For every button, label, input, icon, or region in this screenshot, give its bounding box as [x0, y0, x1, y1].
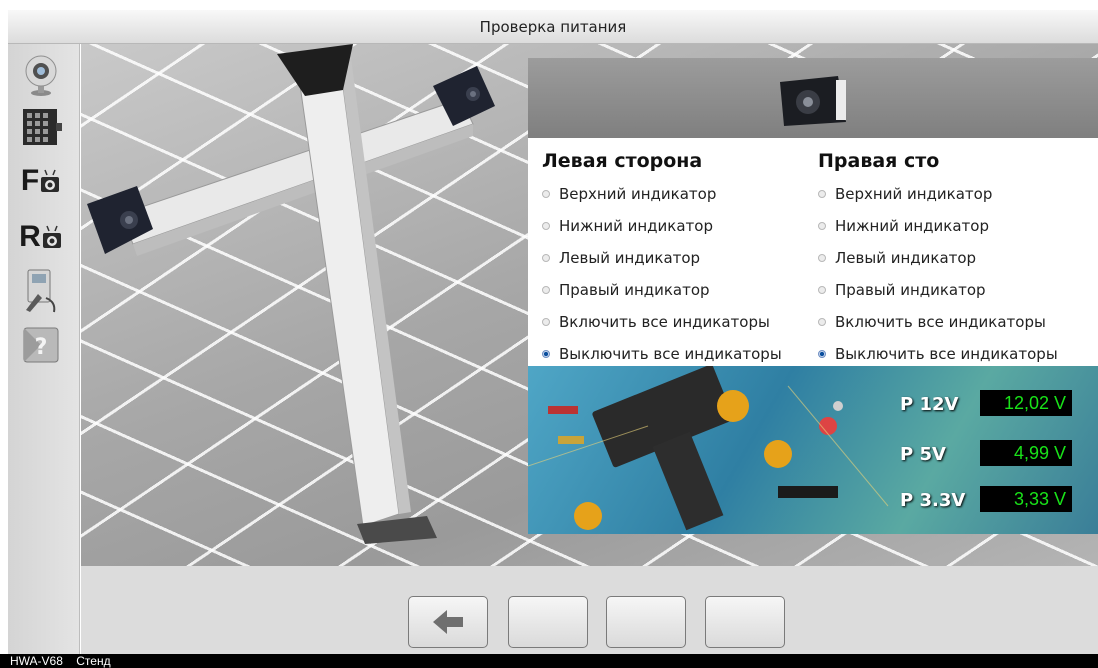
nav-button-4[interactable] [705, 596, 785, 648]
panel-header [528, 58, 1098, 138]
left-option-right[interactable]: Правый индикатор [542, 274, 782, 306]
option-label: Нижний индикатор [559, 217, 713, 235]
left-option-top[interactable]: Верхний индикатор [542, 178, 782, 210]
front-camera-icon[interactable]: F [16, 156, 66, 206]
p5v-label: P 5V [900, 444, 946, 465]
radio-button-selected[interactable] [542, 350, 550, 358]
right-option-right[interactable]: Правый индикатор [818, 274, 1058, 306]
right-side-column: Правая сто Верхний индикатор Нижний инди… [818, 144, 1058, 370]
indicator-options: Левая сторона Верхний индикатор Нижний и… [528, 138, 1098, 366]
option-label: Левый индикатор [835, 249, 977, 267]
p12v-label: P 12V [900, 394, 959, 415]
window-title: Проверка питания [8, 10, 1098, 44]
p3v3-label: P 3.3V [900, 490, 966, 511]
radio-button[interactable] [542, 254, 550, 262]
front-letter: F [20, 164, 40, 197]
nav-button-2[interactable] [508, 596, 588, 648]
voltage-readout-panel: P 12V 12,02 V P 5V 4,99 V P 3.3V 3,33 V [528, 366, 1098, 534]
radio-button[interactable] [542, 286, 550, 294]
option-label: Включить все индикаторы [559, 313, 770, 331]
status-bar: HWA-V68 Стенд [0, 654, 1098, 668]
left-option-left[interactable]: Левый индикатор [542, 242, 782, 274]
radio-button-selected[interactable] [818, 350, 826, 358]
camera-head-icon [772, 68, 854, 134]
option-label: Включить все индикаторы [835, 313, 1046, 331]
camera-sensor-icon[interactable] [16, 50, 66, 100]
right-option-left[interactable]: Левый индикатор [818, 242, 1058, 274]
right-side-title: Правая сто [818, 150, 940, 172]
nav-button-3[interactable] [606, 596, 686, 648]
left-side-column: Левая сторона Верхний индикатор Нижний и… [542, 144, 782, 370]
radio-button[interactable] [542, 222, 550, 230]
diagnostics-tool-icon[interactable] [16, 266, 66, 316]
option-label: Правый индикатор [559, 281, 710, 299]
option-label: Верхний индикатор [559, 185, 717, 203]
p12v-value: 12,02 V [980, 390, 1072, 416]
option-label: Левый индикатор [559, 249, 701, 267]
option-label: Нижний индикатор [835, 217, 989, 235]
back-button[interactable] [408, 596, 488, 648]
option-label: Верхний индикатор [835, 185, 993, 203]
left-option-all-on[interactable]: Включить все индикаторы [542, 306, 782, 338]
radio-button[interactable] [542, 190, 550, 198]
radio-button[interactable] [818, 254, 826, 262]
left-side-title: Левая сторона [542, 150, 703, 172]
bottom-toolbar [81, 566, 1098, 654]
help-icon[interactable]: ? [16, 320, 66, 370]
rear-letter: R [19, 220, 41, 253]
radio-button[interactable] [818, 190, 826, 198]
svg-text:?: ? [35, 335, 48, 360]
option-label: Правый индикатор [835, 281, 986, 299]
mode-label: Стенд [76, 654, 111, 668]
right-option-bottom[interactable]: Нижний индикатор [818, 210, 1058, 242]
power-check-panel: Левая сторона Верхний индикатор Нижний и… [528, 58, 1098, 534]
back-arrow-icon [433, 610, 463, 634]
radio-button[interactable] [818, 318, 826, 326]
radio-button[interactable] [818, 286, 826, 294]
target-board-icon[interactable] [16, 102, 66, 152]
p3v3-value: 3,33 V [980, 486, 1072, 512]
radio-button[interactable] [818, 222, 826, 230]
left-option-bottom[interactable]: Нижний индикатор [542, 210, 782, 242]
right-option-all-on[interactable]: Включить все индикаторы [818, 306, 1058, 338]
right-option-top[interactable]: Верхний индикатор [818, 178, 1058, 210]
sidebar: F R ? [8, 44, 80, 654]
rear-camera-icon[interactable]: R [16, 212, 66, 262]
radio-button[interactable] [542, 318, 550, 326]
p5v-value: 4,99 V [980, 440, 1072, 466]
device-model: HWA-V68 [10, 654, 63, 668]
